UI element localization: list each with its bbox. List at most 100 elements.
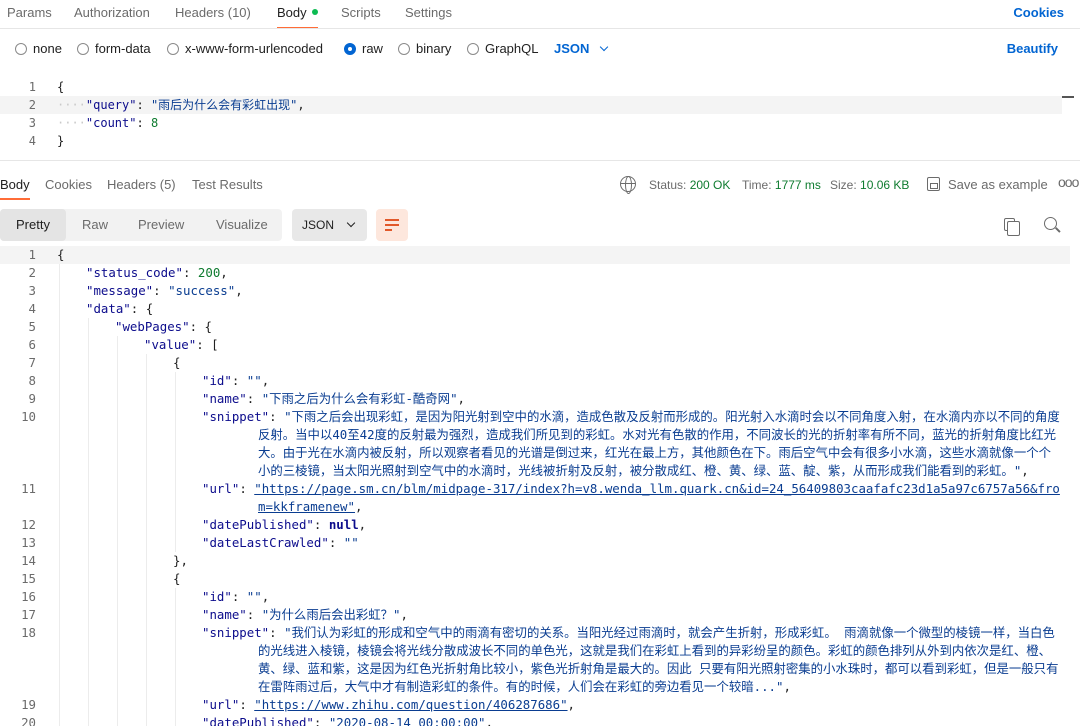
- body-format-value: JSON: [554, 41, 590, 56]
- json-value: "为什么雨后会出彩虹？": [261, 607, 401, 622]
- save-icon[interactable]: [927, 177, 940, 191]
- json-key: "id": [202, 589, 232, 604]
- radio-binary[interactable]: binary: [398, 41, 451, 56]
- code-line: 14},: [0, 552, 1070, 570]
- response-format-select[interactable]: JSON: [292, 209, 367, 241]
- json-key: "count": [85, 116, 137, 130]
- json-punctuation: ,: [457, 391, 466, 406]
- indent-guide: [88, 624, 89, 696]
- tab-response-body[interactable]: Body: [0, 177, 30, 200]
- radio-x-www-form-urlencoded[interactable]: x-www-form-urlencoded: [167, 41, 323, 56]
- indent-guide: [175, 624, 176, 696]
- status-info: Status: 200 OK: [649, 178, 730, 192]
- radio-form-data[interactable]: form-data: [77, 41, 151, 56]
- cookies-link[interactable]: Cookies: [1013, 5, 1064, 20]
- tab-body[interactable]: Body: [277, 5, 318, 29]
- indent-guide: [59, 264, 60, 282]
- view-pretty[interactable]: Pretty: [0, 209, 66, 241]
- copy-icon[interactable]: [1004, 218, 1020, 236]
- code-line: 10 "snippet": "下雨之后会出现彩虹，是因为阳光射到空中的水滴，造成色…: [0, 408, 1070, 480]
- body-type-row: none form-data x-www-form-urlencoded raw…: [0, 36, 1080, 62]
- code-line: 12 "datePublished": null,: [0, 516, 1070, 534]
- json-value: {: [145, 301, 154, 316]
- radio-label: none: [33, 41, 62, 56]
- line-number: 6: [28, 337, 36, 352]
- code-line: 1 {: [0, 78, 1062, 96]
- code-line: 9 "name": "下雨之后为什么会有彩虹-酷奇网",: [0, 390, 1070, 408]
- view-raw[interactable]: Raw: [66, 209, 124, 241]
- radio-label: binary: [416, 41, 452, 56]
- view-preview[interactable]: Preview: [122, 209, 200, 241]
- response-body-viewer[interactable]: 1{2 "status_code": 200, 3 "message": "succe…: [0, 245, 1080, 726]
- indent-guide: [59, 480, 60, 516]
- code-line: 11 "url": "https://page.sm.cn/blm/midpage…: [0, 480, 1070, 516]
- radio-circle-icon: [77, 43, 89, 55]
- line-number: 7: [28, 355, 36, 370]
- radio-circle-icon: [167, 43, 179, 55]
- indent-guide: [146, 516, 147, 534]
- radio-graphql[interactable]: GraphQL: [467, 41, 538, 56]
- save-as-example-button[interactable]: Save as example: [948, 177, 1048, 192]
- code-line: 8 "id": "",: [0, 372, 1070, 390]
- tab-headers[interactable]: Headers (10): [175, 5, 251, 20]
- network-globe-icon[interactable]: [620, 176, 636, 194]
- code-line: 2 "status_code": 200,: [0, 264, 1070, 282]
- indent-guide: [59, 696, 60, 714]
- indent-guide: [175, 714, 176, 726]
- radio-label: form-data: [95, 41, 151, 56]
- request-body-editor[interactable]: 1 { 2 ····"query": "雨后为什么会有彩虹出现", 3 ····…: [0, 76, 1080, 156]
- indent-guide: [59, 282, 60, 300]
- tab-scripts[interactable]: Scripts: [341, 5, 381, 20]
- response-toolbar: Pretty Raw Preview Visualize JSON: [0, 209, 1080, 241]
- line-number: 3: [28, 283, 36, 298]
- indent-guide: [117, 696, 118, 714]
- indent-guide: [59, 372, 60, 390]
- search-icon[interactable]: [1044, 217, 1057, 230]
- indent-guide: [59, 534, 60, 552]
- json-value: 8: [150, 116, 159, 130]
- radio-none[interactable]: none: [15, 41, 62, 56]
- indent-guide: [88, 696, 89, 714]
- body-format-select[interactable]: JSON: [554, 41, 609, 56]
- divider: [0, 28, 1080, 29]
- indent-guide: [59, 408, 60, 480]
- line-number: 15: [21, 571, 36, 586]
- radio-selected-icon: [344, 43, 356, 55]
- radio-label: x-www-form-urlencoded: [185, 41, 323, 56]
- indent-guide: [146, 534, 147, 552]
- indent-guide: [59, 516, 60, 534]
- tab-params[interactable]: Params: [7, 5, 52, 20]
- tab-authorization[interactable]: Authorization: [74, 5, 150, 20]
- beautify-button[interactable]: Beautify: [1007, 41, 1058, 56]
- tab-response-cookies[interactable]: Cookies: [45, 177, 92, 192]
- code-line: 4 "data": {: [0, 300, 1070, 318]
- view-visualize[interactable]: Visualize: [200, 209, 284, 241]
- indent-guide: [59, 390, 60, 408]
- indent-guide: [59, 300, 60, 318]
- json-url-link[interactable]: "https://page.sm.cn/blm/midpage-317/inde…: [254, 481, 1060, 514]
- json-key: "url": [202, 481, 240, 496]
- editor-scrollbar[interactable]: [1062, 96, 1074, 98]
- wrap-lines-button[interactable]: [376, 209, 408, 241]
- json-punctuation: {: [173, 355, 181, 370]
- tab-response-headers[interactable]: Headers (5): [107, 177, 176, 192]
- json-value: "": [343, 535, 359, 550]
- radio-raw[interactable]: raw: [344, 41, 383, 56]
- indent-guide: [175, 534, 176, 552]
- indent-guide: [146, 372, 147, 390]
- code-text: "webPages": {: [115, 319, 212, 334]
- tab-settings[interactable]: Settings: [405, 5, 452, 20]
- chevron-down-icon: [346, 218, 356, 228]
- tab-test-results[interactable]: Test Results: [192, 177, 263, 192]
- more-options-icon[interactable]: ooo: [1058, 174, 1079, 190]
- json-url-link[interactable]: "https://www.zhihu.com/question/40628768…: [254, 697, 567, 712]
- json-value: [: [211, 337, 219, 352]
- json-punctuation: ,: [400, 607, 408, 622]
- indent-guide: [117, 372, 118, 390]
- code-text: "message": "success",: [86, 283, 243, 298]
- radio-circle-icon: [467, 43, 479, 55]
- indent-guide: [117, 570, 118, 588]
- indent-guide: [146, 714, 147, 726]
- json-key: "name": [202, 391, 247, 406]
- json-punctuation: ,: [261, 589, 270, 604]
